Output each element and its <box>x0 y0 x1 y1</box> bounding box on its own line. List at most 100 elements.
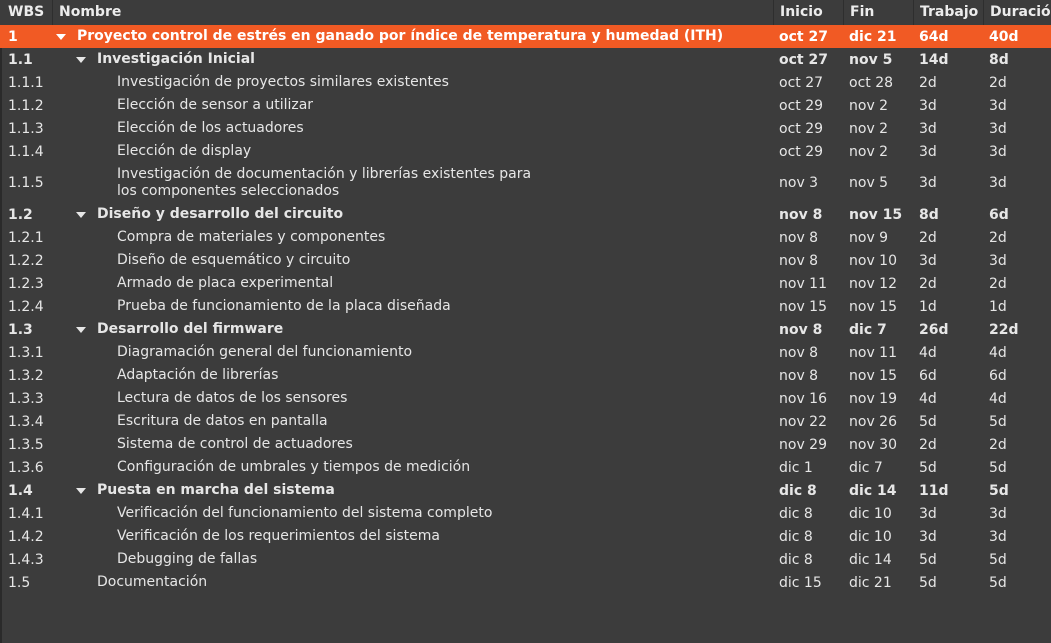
task-row[interactable]: 1.2.2 Diseño de esquemático y circuito nov… <box>0 249 1051 272</box>
task-work: 3d <box>919 120 937 137</box>
task-row[interactable]: 1.1.2 Elección de sensor a utilizar oct 29… <box>0 94 1051 117</box>
task-wbs: 1.4.1 <box>8 505 44 522</box>
task-end: dic 21 <box>849 28 897 45</box>
task-name-text: Debugging de fallas <box>117 551 258 567</box>
task-work: 8d <box>919 206 939 223</box>
task-wbs: 1.2.4 <box>8 298 44 315</box>
task-name-text: Diseño y desarrollo del circuito <box>97 206 344 222</box>
task-wbs: 1.1.5 <box>8 175 44 191</box>
expander-triangle-icon[interactable] <box>76 57 86 63</box>
task-end: nov 15 <box>849 367 897 384</box>
task-work: 5d <box>919 459 937 476</box>
task-duration: 1d <box>989 298 1007 315</box>
task-row[interactable]: 1.1 Investigación Inicial oct 27 nov 5 14d 8d <box>0 48 1051 71</box>
expander-triangle-icon[interactable] <box>76 488 86 494</box>
task-work: 2d <box>919 229 937 246</box>
task-name-text: Investigación de proyectos similares exi… <box>117 74 449 90</box>
task-name: Debugging de fallas <box>117 548 537 571</box>
task-row[interactable]: 1.1.3 Elección de los actuadores oct 29 nov… <box>0 117 1051 140</box>
task-wbs: 1.4.3 <box>8 551 44 568</box>
task-name-text: Proyecto control de estrés en ganado por… <box>77 28 724 44</box>
task-row[interactable]: 1.2.1 Compra de materiales y componentes n… <box>0 226 1051 249</box>
task-duration: 5d <box>989 574 1007 591</box>
task-duration: 5d <box>989 482 1009 499</box>
task-start: nov 8 <box>779 206 823 223</box>
task-name: Desarrollo del firmware <box>97 318 697 341</box>
task-work: 6d <box>919 367 937 384</box>
task-row[interactable]: 1.3.1 Diagramación general del funcionami… <box>0 341 1051 364</box>
task-name: Verificación del funcionamiento del sist… <box>117 502 537 525</box>
column-header-work[interactable]: Trabajo <box>913 0 983 25</box>
task-duration: 4d <box>989 390 1007 407</box>
task-row[interactable]: 1.2.4 Prueba de funcionamiento de la plac… <box>0 295 1051 318</box>
task-name: Adaptación de librerías <box>117 364 537 387</box>
task-wbs: 1.3.3 <box>8 390 44 407</box>
task-row[interactable]: 1.3.2 Adaptación de librerías nov 8 nov 15 6… <box>0 364 1051 387</box>
task-start: nov 3 <box>779 175 819 191</box>
task-table: WBS Nombre Inicio Fin Trabajo Duración 1… <box>0 0 1051 643</box>
task-name: Investigación Inicial <box>97 48 697 71</box>
task-duration: 2d <box>989 275 1007 292</box>
task-name-text: Lectura de datos de los sensores <box>117 390 348 406</box>
task-work: 11d <box>919 482 949 499</box>
expander-triangle-icon[interactable] <box>56 34 66 40</box>
column-header-wbs[interactable]: WBS <box>8 0 52 25</box>
task-end: dic 21 <box>849 574 892 591</box>
task-row[interactable]: 1.3.6 Configuración de umbrales y tiempos… <box>0 456 1051 479</box>
task-name: Configuración de umbrales y tiempos de m… <box>117 456 537 479</box>
task-duration: 6d <box>989 206 1009 223</box>
column-header-end[interactable]: Fin <box>843 0 913 25</box>
task-name-text: Escritura de datos en pantalla <box>117 413 328 429</box>
task-row[interactable]: 1.2.3 Armado de placa experimental nov 11 n… <box>0 272 1051 295</box>
task-name-text: Armado de placa experimental <box>117 275 334 291</box>
task-row-selected[interactable]: 1 Proyecto control de estrés en ganado po… <box>0 25 1051 48</box>
task-work: 4d <box>919 390 937 407</box>
task-row[interactable]: 1.5 Documentación dic 15 dic 21 5d 5d <box>0 571 1051 594</box>
expander-triangle-icon[interactable] <box>76 327 86 333</box>
task-name: Armado de placa experimental <box>117 272 537 295</box>
task-name-text: Configuración de umbrales y tiempos de m… <box>117 459 471 475</box>
task-start: nov 8 <box>779 321 823 338</box>
task-wbs: 1.3 <box>8 321 33 338</box>
task-row[interactable]: 1.1.5 Investigación de documentación y li… <box>0 163 1051 203</box>
task-row[interactable]: 1.3.4 Escritura de datos en pantalla nov 2… <box>0 410 1051 433</box>
task-duration: 3d <box>989 175 1007 191</box>
column-header-duration[interactable]: Duración <box>983 0 1051 25</box>
task-work: 2d <box>919 74 937 91</box>
task-name-text: Documentación <box>97 574 208 590</box>
task-name: Escritura de datos en pantalla <box>117 410 537 433</box>
task-name-text: Sistema de control de actuadores <box>117 436 353 452</box>
task-work: 5d <box>919 574 937 591</box>
task-row[interactable]: 1.4 Puesta en marcha del sistema dic 8 dic … <box>0 479 1051 502</box>
expander-triangle-icon[interactable] <box>76 212 86 218</box>
task-row[interactable]: 1.1.4 Elección de display oct 29 nov 2 3d 3d <box>0 140 1051 163</box>
task-end: nov 15 <box>849 298 897 315</box>
task-duration: 2d <box>989 74 1007 91</box>
task-end: dic 7 <box>849 321 887 338</box>
task-row[interactable]: 1.3 Desarrollo del firmware nov 8 dic 7 26d 2… <box>0 318 1051 341</box>
task-work: 3d <box>919 143 937 160</box>
task-wbs: 1.2.3 <box>8 275 44 292</box>
task-start: nov 15 <box>779 298 827 315</box>
task-row[interactable]: 1.2 Diseño y desarrollo del circuito nov 8… <box>0 203 1051 226</box>
task-row[interactable]: 1.3.3 Lectura de datos de los sensores nov… <box>0 387 1051 410</box>
column-header-name[interactable]: Nombre <box>52 0 773 25</box>
task-row[interactable]: 1.4.2 Verificación de los requerimientos … <box>0 525 1051 548</box>
task-duration: 8d <box>989 51 1009 68</box>
task-start: oct 29 <box>779 143 824 160</box>
task-start: nov 16 <box>779 390 827 407</box>
task-duration: 3d <box>989 528 1007 545</box>
task-name-text: Desarrollo del firmware <box>97 321 284 337</box>
column-header-start[interactable]: Inicio <box>773 0 843 25</box>
task-name-text: Investigación de documentación y librerí… <box>117 166 532 199</box>
task-row[interactable]: 1.1.1 Investigación de proyectos similare… <box>0 71 1051 94</box>
task-end: nov 5 <box>849 51 893 68</box>
task-row[interactable]: 1.4.3 Debugging de fallas dic 8 dic 14 5d 5d <box>0 548 1051 571</box>
task-row[interactable]: 1.4.1 Verificación del funcionamiento del… <box>0 502 1051 525</box>
task-start: dic 8 <box>779 482 817 499</box>
task-wbs: 1.1.3 <box>8 120 44 137</box>
task-end: nov 5 <box>849 175 889 191</box>
task-row[interactable]: 1.3.5 Sistema de control de actuadores nov… <box>0 433 1051 456</box>
task-wbs: 1.3.5 <box>8 436 44 453</box>
task-name-text: Verificación del funcionamiento del sist… <box>117 505 493 521</box>
